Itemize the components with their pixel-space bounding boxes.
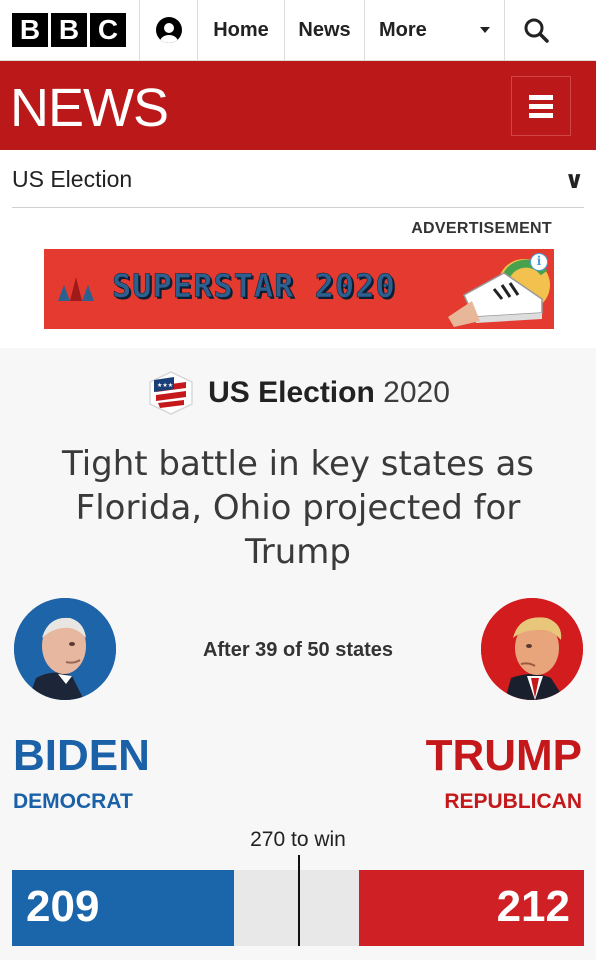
rep-party-label: REPUBLICAN bbox=[444, 790, 582, 813]
bbc-logo-letter: C bbox=[90, 13, 126, 47]
election-year: 2020 bbox=[383, 376, 450, 409]
us-flag-badge-icon: ★★★ bbox=[149, 371, 193, 415]
nav-home-link[interactable]: Home bbox=[198, 0, 285, 60]
election-header[interactable]: ★★★ US Election 2020 bbox=[0, 370, 596, 416]
hamburger-icon-line bbox=[529, 103, 553, 109]
section-label: US Election bbox=[12, 166, 133, 192]
top-navigation: B B C Home News More bbox=[0, 0, 596, 61]
caret-down-icon bbox=[480, 27, 490, 33]
election-title: US Election 2020 bbox=[208, 376, 450, 410]
states-progress-text: After 39 of 50 states bbox=[202, 639, 394, 661]
dem-candidate-name: BIDEN bbox=[13, 731, 150, 780]
menu-button[interactable] bbox=[511, 76, 571, 136]
bbc-logo-letter: B bbox=[51, 13, 87, 47]
rep-candidate-name: TRUMP bbox=[425, 731, 582, 780]
rep-votes-value: 212 bbox=[496, 882, 570, 931]
ad-info-icon[interactable]: i bbox=[530, 253, 548, 271]
news-title[interactable]: NEWS bbox=[10, 77, 169, 139]
dem-votes-bar: 209 bbox=[12, 870, 234, 946]
account-icon bbox=[155, 17, 182, 43]
chevron-down-icon: ∨ bbox=[564, 165, 585, 194]
election-title-label: US Election bbox=[208, 376, 375, 409]
search-button[interactable] bbox=[505, 0, 566, 60]
search-icon bbox=[524, 18, 549, 43]
headline[interactable]: Tight battle in key states as Florida, O… bbox=[30, 442, 566, 574]
rep-votes-bar: 212 bbox=[359, 870, 584, 946]
ad-headline: SUPERSTAR 2020 bbox=[112, 267, 396, 306]
adidas-logo-icon bbox=[58, 277, 94, 301]
bbc-logo-letter: B bbox=[12, 13, 48, 47]
news-header-bar: NEWS bbox=[0, 61, 596, 150]
bbc-logo[interactable]: B B C bbox=[0, 0, 140, 60]
ad-banner[interactable]: SUPERSTAR 2020 i bbox=[44, 249, 554, 329]
section-selector[interactable]: US Election ∨ bbox=[12, 152, 584, 208]
advertisement-label: ADVERTISEMENT bbox=[411, 220, 552, 237]
hamburger-icon-line bbox=[529, 94, 553, 100]
nav-more-dropdown[interactable]: More bbox=[365, 0, 505, 60]
nav-more-label: More bbox=[379, 18, 427, 41]
account-button[interactable] bbox=[140, 0, 198, 60]
dem-party-label: DEMOCRAT bbox=[13, 790, 133, 813]
election-results-panel: ★★★ US Election 2020 Tight battle in key… bbox=[0, 348, 596, 960]
svg-text:★★★: ★★★ bbox=[157, 382, 173, 389]
nav-news-link[interactable]: News bbox=[285, 0, 365, 60]
dem-votes-value: 209 bbox=[26, 882, 100, 931]
to-win-label: 270 to win bbox=[250, 828, 346, 851]
hamburger-icon-line bbox=[529, 112, 553, 118]
win-threshold-line bbox=[298, 855, 300, 946]
